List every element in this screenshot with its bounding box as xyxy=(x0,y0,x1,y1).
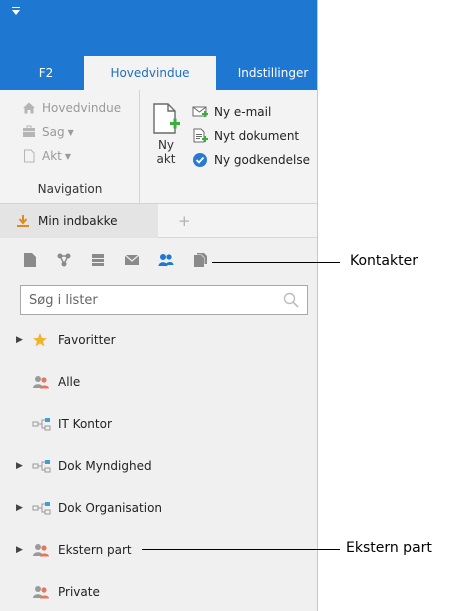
nav-sag-label: Sag xyxy=(42,125,65,139)
workflow-icon[interactable] xyxy=(56,252,72,268)
people-icon xyxy=(32,374,54,390)
navigation-group: Hovedvindue Sag ▼ Akt ▼ Navigation xyxy=(0,90,140,204)
list-item-ekstern-part[interactable]: ▶ Ekstern part xyxy=(0,538,317,562)
new-email-label: Ny e-mail xyxy=(214,105,272,119)
inbox-tab-bar: Min indbakke + xyxy=(0,204,317,238)
list-item-label: Ekstern part xyxy=(58,543,132,557)
callout-line-contacts xyxy=(212,262,340,263)
new-document-small-icon xyxy=(193,128,208,143)
list-item-favoritter[interactable]: ▶ Favoritter xyxy=(0,328,317,352)
title-bar: F2 Hovedvindue Indstillinger xyxy=(0,0,317,90)
list-type-toolbar xyxy=(22,252,226,268)
new-document-button[interactable]: Nyt dokument xyxy=(192,124,310,148)
new-akt-label-1: Ny xyxy=(157,138,175,152)
list-item-label: Alle xyxy=(58,375,81,389)
nav-akt-label: Akt xyxy=(42,149,62,163)
people-icon xyxy=(32,584,54,600)
add-tab-icon[interactable]: + xyxy=(178,212,191,230)
nav-sag-button[interactable]: Sag ▼ xyxy=(22,122,74,142)
navigation-group-label: Navigation xyxy=(37,182,103,196)
expand-arrow-icon[interactable]: ▶ xyxy=(16,503,32,513)
search-lists-field[interactable] xyxy=(20,285,308,315)
contacts-icon[interactable] xyxy=(158,252,174,268)
new-items-group: Ny e-mail Nyt dokument Ny godkendelse xyxy=(192,100,310,172)
ribbon: Hovedvindue Sag ▼ Akt ▼ Navigation Ny ak… xyxy=(0,90,317,204)
org-unit-icon xyxy=(32,500,54,516)
document-icon[interactable] xyxy=(22,252,38,268)
search-input[interactable] xyxy=(21,286,271,314)
new-approval-label: Ny godkendelse xyxy=(214,153,310,167)
expand-arrow-icon[interactable]: ▶ xyxy=(16,335,32,345)
list-item-private[interactable]: Private xyxy=(0,580,317,604)
inbox-icon xyxy=(17,215,29,227)
inbox-tab-label: Min indbakke xyxy=(38,214,118,228)
new-approval-button[interactable]: Ny godkendelse xyxy=(192,148,310,172)
list-icon[interactable] xyxy=(90,252,106,268)
new-email-button[interactable]: Ny e-mail xyxy=(192,100,310,124)
quick-access-dropdown-icon[interactable] xyxy=(12,7,20,15)
people-icon xyxy=(32,542,54,558)
new-akt-button[interactable]: Ny akt xyxy=(148,102,184,182)
mail-icon[interactable] xyxy=(124,252,140,268)
org-unit-icon xyxy=(32,458,54,474)
expand-arrow-icon[interactable]: ▶ xyxy=(16,545,32,555)
expand-arrow-icon[interactable]: ▶ xyxy=(16,461,32,471)
files-icon[interactable] xyxy=(192,252,208,268)
list-item-label: Private xyxy=(58,585,100,599)
new-document-label: Nyt dokument xyxy=(214,129,300,143)
list-item-dok-myndighed[interactable]: ▶ Dok Myndighed xyxy=(0,454,317,478)
case-icon xyxy=(23,125,35,137)
tab-hovedvindue[interactable]: Hovedvindue xyxy=(84,56,216,90)
callout-line-external xyxy=(142,549,340,550)
list-item-label: Favoritter xyxy=(58,333,116,347)
nav-hovedvindue-label: Hovedvindue xyxy=(42,101,122,115)
sag-dropdown-icon: ▼ xyxy=(67,127,74,137)
new-email-icon xyxy=(192,106,208,117)
document-outline-icon xyxy=(24,149,35,163)
approval-check-icon xyxy=(193,153,207,167)
tab-indstillinger[interactable]: Indstillinger xyxy=(228,56,317,90)
callout-label-contacts: Kontakter xyxy=(350,253,418,269)
list-item-alle[interactable]: Alle xyxy=(0,370,317,394)
f2-app-window: F2 Hovedvindue Indstillinger Hovedvindue… xyxy=(0,0,318,611)
search-icon[interactable] xyxy=(283,292,299,308)
new-akt-label-2: akt xyxy=(156,152,176,166)
akt-dropdown-icon: ▼ xyxy=(64,151,72,161)
callout-label-external: Ekstern part xyxy=(346,540,432,556)
list-item-label: IT Kontor xyxy=(58,417,112,431)
list-item-label: Dok Organisation xyxy=(58,501,163,515)
home-icon xyxy=(23,102,35,114)
org-unit-icon xyxy=(32,416,54,432)
lists-panel: ▶ Favoritter Alle IT Kontor ▶ D xyxy=(0,238,317,611)
star-icon xyxy=(32,332,54,348)
list-item-label: Dok Myndighed xyxy=(58,459,152,473)
tab-min-indbakke[interactable]: Min indbakke xyxy=(0,204,158,238)
tab-f2[interactable]: F2 xyxy=(20,56,72,90)
new-document-icon xyxy=(153,103,180,134)
nav-akt-button[interactable]: Akt ▼ xyxy=(22,146,71,166)
list-item-dok-organisation[interactable]: ▶ Dok Organisation xyxy=(0,496,317,520)
nav-hovedvindue-button[interactable]: Hovedvindue xyxy=(22,98,121,118)
list-item-it-kontor[interactable]: IT Kontor xyxy=(0,412,317,436)
